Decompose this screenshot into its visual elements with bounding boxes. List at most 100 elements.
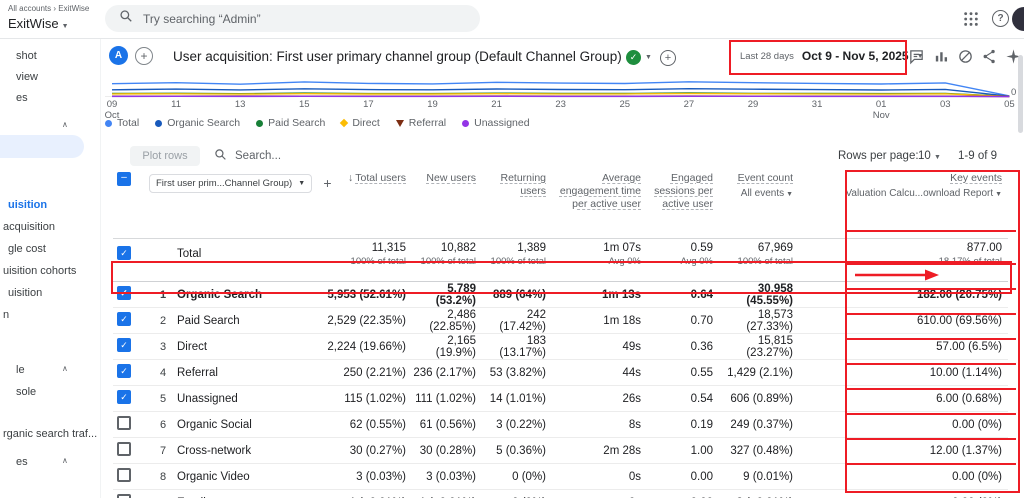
metric-value: 62 (0.55%) — [327, 411, 413, 438]
x-axis-tick: 15 — [299, 99, 310, 110]
sampling-icon[interactable] — [957, 48, 975, 66]
legend-item[interactable]: Total — [105, 117, 139, 129]
metric-value: 26s — [552, 385, 648, 412]
column-header[interactable]: Key events Valuation Calcu...ownload Repo… — [799, 166, 1009, 239]
select-all-checkbox[interactable] — [117, 172, 131, 186]
metric-value: 1 (<0.01%) — [412, 489, 483, 498]
legend-item[interactable]: Direct — [340, 117, 380, 129]
metric-value: 242 (17.42%) — [482, 307, 553, 334]
unassigned-marker-icon — [462, 119, 470, 127]
metric-value: 182.00 (20.75%) — [799, 281, 1009, 308]
row-index: 4 — [149, 359, 177, 386]
apps-grid-icon[interactable] — [963, 11, 979, 32]
breadcrumb: All accounts › ExitWise — [8, 4, 90, 13]
sidebar-item-fragment[interactable]: uisition — [8, 199, 47, 211]
column-header[interactable]: Returning users — [482, 166, 553, 239]
row-checkbox[interactable] — [117, 494, 131, 498]
metric-value: 236 (2.17%) — [412, 359, 483, 386]
legend-item[interactable]: Paid Search — [256, 117, 325, 129]
sidebar-item-fragment[interactable]: n — [3, 309, 9, 321]
column-header[interactable]: New users — [412, 166, 483, 239]
row-checkbox[interactable] — [117, 390, 131, 404]
metric-value: 3 (0.03%) — [412, 463, 483, 490]
column-header[interactable]: Event count All events ▼ — [719, 166, 800, 239]
channel-name: Organic Search — [177, 281, 328, 308]
column-header[interactable]: Engaged sessions per active user — [647, 166, 720, 239]
metric-value: 0.19 — [647, 411, 720, 438]
column-subheader-dropdown[interactable]: Valuation Calcu...ownload Report ▼ — [799, 188, 1002, 199]
table-search[interactable]: Search... — [214, 148, 281, 164]
share-icon[interactable] — [981, 48, 999, 66]
add-dimension-button[interactable]: + — [323, 175, 331, 191]
x-axis-tick: 11 — [171, 99, 182, 110]
sidebar-item-fragment[interactable]: gle cost — [8, 243, 46, 255]
sidebar-item-fragment[interactable]: le — [16, 364, 25, 376]
sidebar-item-fragment[interactable]: uisition — [8, 287, 42, 299]
scrollbar-thumb[interactable] — [1018, 55, 1023, 133]
feedback-icon[interactable] — [908, 48, 926, 66]
sidebar-item-fragment[interactable]: es — [16, 456, 28, 468]
totals-row: Total 11,315100% of total10,882100% of t… — [113, 238, 1009, 282]
table-row: 1Organic Search5,953 (52.61%)5,789 (53.2… — [113, 281, 1009, 308]
x-axis-tick: 01 Nov — [872, 99, 890, 121]
channel-name: Organic Social — [177, 411, 328, 438]
collapse-chevron-icon[interactable]: ∧ — [62, 456, 68, 465]
sidebar-item-fragment[interactable]: uisition cohorts — [3, 265, 76, 277]
channel-name: Email — [177, 489, 328, 498]
sidebar-item-fragment[interactable]: acquisition — [3, 221, 55, 233]
legend-item[interactable]: Referral — [395, 117, 446, 129]
rows-per-page-value[interactable]: 10 — [918, 150, 931, 162]
channel-name: Cross-network — [177, 437, 328, 464]
rows-per-page-label: Rows per page: — [838, 150, 919, 162]
help-icon[interactable]: ? — [992, 10, 1009, 27]
sidebar-item-fragment[interactable]: shot — [16, 50, 37, 62]
chevron-down-icon[interactable]: ▼ — [934, 154, 941, 161]
date-range-selector[interactable]: Last 28 days Oct 9 - Nov 5, 2025 ▼ — [740, 45, 924, 67]
sidebar-selected-pill[interactable] — [0, 135, 84, 158]
compare-chart-icon[interactable] — [933, 48, 951, 66]
plot-rows-button[interactable]: Plot rows — [130, 146, 200, 166]
sidebar-item-fragment[interactable]: es — [16, 92, 28, 104]
add-report-button[interactable]: + — [660, 50, 676, 66]
metric-value: 0.64 — [647, 281, 720, 308]
comparison-chip[interactable]: A — [109, 46, 128, 65]
row-checkbox[interactable] — [117, 416, 131, 430]
column-header[interactable]: Average engagement time per active user — [552, 166, 648, 239]
column-subheader-dropdown[interactable]: All events ▼ — [719, 188, 793, 199]
dimension-dropdown[interactable]: First user prim...Channel Group) ▼ — [149, 174, 313, 193]
left-nav-sidebar: ∧ ∧ ∧ shot view es uisition acquisition gle c… — [0, 38, 101, 498]
account-switcher[interactable]: ExitWise ▼ — [8, 16, 69, 31]
metric-value: 53 (3.82%) — [482, 359, 553, 386]
metric-value: 61 (0.56%) — [412, 411, 483, 438]
chart-line-organic-search — [111, 87, 1010, 97]
row-checkbox[interactable] — [117, 312, 131, 326]
pagination-status: 1-9 of 9 — [958, 150, 997, 162]
row-checkbox[interactable] — [117, 286, 131, 300]
metric-value: 5,953 (52.61%) — [327, 281, 413, 308]
legend-item[interactable]: Organic Search — [155, 117, 240, 129]
row-checkbox[interactable] — [117, 338, 131, 352]
collapse-chevron-icon[interactable]: ∧ — [62, 364, 68, 373]
avatar[interactable] — [1012, 7, 1024, 31]
sidebar-item-fragment[interactable]: view — [16, 71, 38, 83]
metric-value: 0.36 — [647, 333, 720, 360]
column-header[interactable]: ↓ Total users — [327, 166, 413, 239]
table-row: 8 Organic Video 3 (0.03%) 3 (0.03%) 0 (0%) 0s… — [113, 463, 1009, 490]
collapse-chevron-icon[interactable]: ∧ — [62, 120, 68, 129]
metric-value: 249 (0.37%) — [719, 411, 800, 438]
legend-item[interactable]: Unassigned — [462, 117, 530, 129]
data-quality-check-icon[interactable]: ✓ — [626, 50, 641, 65]
metric-value: 30 (0.28%) — [412, 437, 483, 464]
row-checkbox[interactable] — [117, 364, 131, 378]
row-checkbox[interactable] — [117, 468, 131, 482]
totals-checkbox[interactable] — [117, 246, 131, 260]
sidebar-item-fragment[interactable]: sole — [16, 386, 36, 398]
row-index: 5 — [149, 385, 177, 412]
chevron-down-icon[interactable]: ▼ — [645, 54, 652, 61]
row-checkbox[interactable] — [117, 442, 131, 456]
date-range-value: Oct 9 - Nov 5, 2025 — [801, 49, 909, 63]
totals-value: 11,315 100% of total — [327, 238, 413, 282]
global-search-bar[interactable]: Try searching “Admin” — [105, 5, 480, 32]
sidebar-item-fragment[interactable]: rganic search traf... — [3, 428, 97, 440]
add-comparison-button[interactable]: + — [135, 47, 153, 65]
